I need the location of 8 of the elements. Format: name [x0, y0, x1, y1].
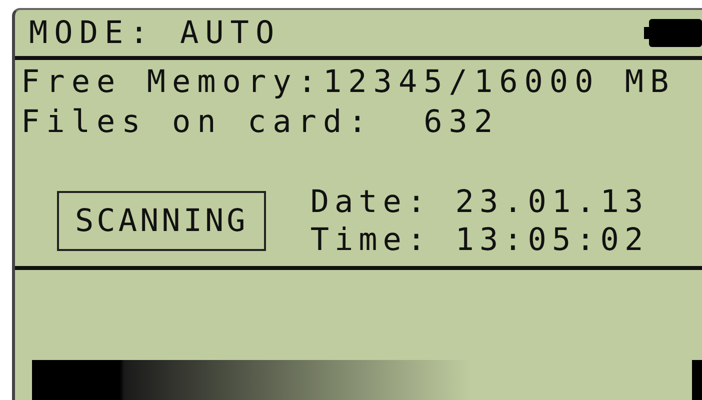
info-line: Free Memory:12345/16000 MB: [21, 63, 676, 102]
scan-bar-end: [692, 360, 702, 400]
mode-label: MODE: AUTO: [29, 14, 281, 53]
status-indicator: SCANNING: [57, 191, 266, 251]
datetime-line: Time: 13:05:02: [310, 221, 649, 259]
datetime-line: Date: 23.01.13: [310, 183, 649, 221]
info-line: Files on card: 632: [21, 103, 500, 142]
battery-icon: [644, 19, 702, 47]
